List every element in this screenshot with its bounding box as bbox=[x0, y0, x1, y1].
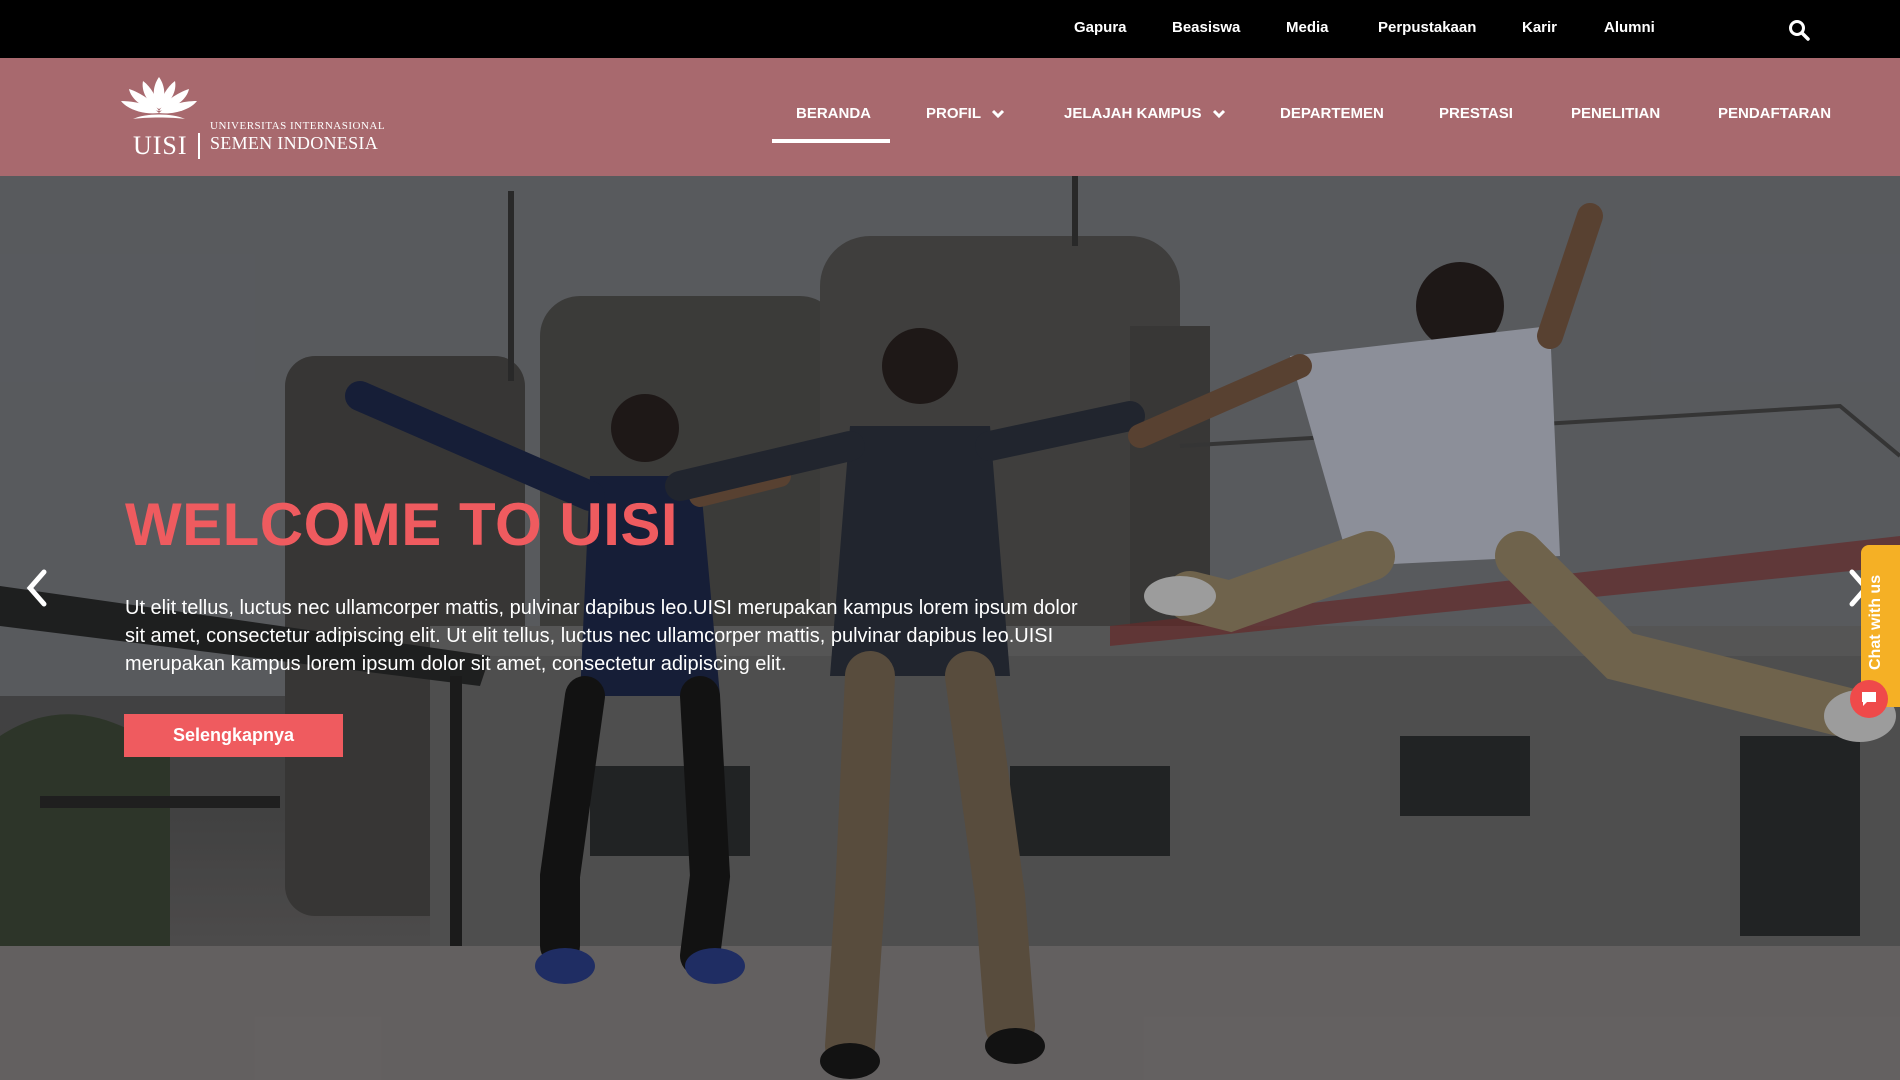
slider-prev-arrow-icon[interactable] bbox=[24, 566, 50, 610]
nav-item-profil[interactable]: PROFIL bbox=[926, 105, 1005, 122]
nav-label: PRESTASI bbox=[1439, 105, 1513, 122]
hero-description: Ut elit tellus, luctus nec ullamcorper m… bbox=[125, 597, 1078, 675]
nav-label: PENDAFTARAN bbox=[1718, 105, 1832, 122]
nav-item-prestasi[interactable]: PRESTASI bbox=[1439, 105, 1513, 122]
nav-label: BERANDA bbox=[796, 105, 871, 122]
logo-divider bbox=[198, 133, 200, 159]
toplink-perpustakaan[interactable]: Perpustakaan bbox=[1378, 19, 1476, 36]
chevron-down-icon bbox=[991, 109, 1005, 118]
chevron-down-icon bbox=[1212, 109, 1225, 118]
lotus-logo-icon bbox=[121, 77, 197, 119]
hero-title: WELCOME TO UISI bbox=[125, 491, 679, 558]
main-navbar: UISI UNIVERSITAS INTERNASIONAL SEMEN IND… bbox=[0, 58, 1900, 176]
logo-line-1: UNIVERSITAS INTERNASIONAL bbox=[210, 120, 386, 132]
toplink-gapura[interactable]: Gapura bbox=[1074, 19, 1127, 36]
toplink-karir[interactable]: Karir bbox=[1522, 19, 1557, 36]
toplink-beasiswa[interactable]: Beasiswa bbox=[1172, 19, 1240, 36]
top-bar: Gapura Beasiswa Media Perpustakaan Karir… bbox=[0, 0, 1900, 58]
read-more-button[interactable]: Selengkapnya bbox=[124, 714, 343, 757]
nav-item-departemen[interactable]: DEPARTEMEN bbox=[1280, 105, 1384, 122]
nav-item-beranda[interactable]: BERANDA bbox=[796, 105, 871, 122]
toplink-alumni[interactable]: Alumni bbox=[1604, 19, 1655, 36]
nav-item-pendaftaran[interactable]: PENDAFTARAN bbox=[1718, 105, 1831, 122]
chat-bubble-button[interactable] bbox=[1850, 680, 1888, 718]
logo[interactable]: UISI UNIVERSITAS INTERNASIONAL SEMEN IND… bbox=[117, 73, 385, 163]
nav-item-jelajah-kampus[interactable]: JELAJAH KAMPUS bbox=[1064, 105, 1226, 122]
logo-line-2: SEMEN INDONESIA bbox=[210, 133, 378, 153]
nav-label: PENELITIAN bbox=[1571, 105, 1661, 122]
nav-label: DEPARTEMEN bbox=[1280, 105, 1384, 122]
hero-slider: WELCOME TO UISI Ut elit tellus, luctus n… bbox=[0, 176, 1900, 1080]
active-nav-indicator bbox=[772, 139, 890, 143]
search-icon[interactable] bbox=[1788, 19, 1810, 41]
nav-label: PROFIL bbox=[926, 105, 981, 122]
chat-icon bbox=[1862, 692, 1876, 706]
toplink-media[interactable]: Media bbox=[1286, 19, 1329, 36]
nav-label: JELAJAH KAMPUS bbox=[1064, 105, 1202, 122]
top-links: Gapura Beasiswa Media Perpustakaan Karir… bbox=[0, 0, 1900, 58]
logo-short-name: UISI bbox=[133, 131, 188, 160]
nav-item-penelitian[interactable]: PENELITIAN bbox=[1571, 105, 1660, 122]
chat-tab-label[interactable]: Chat with us bbox=[1867, 575, 1885, 670]
